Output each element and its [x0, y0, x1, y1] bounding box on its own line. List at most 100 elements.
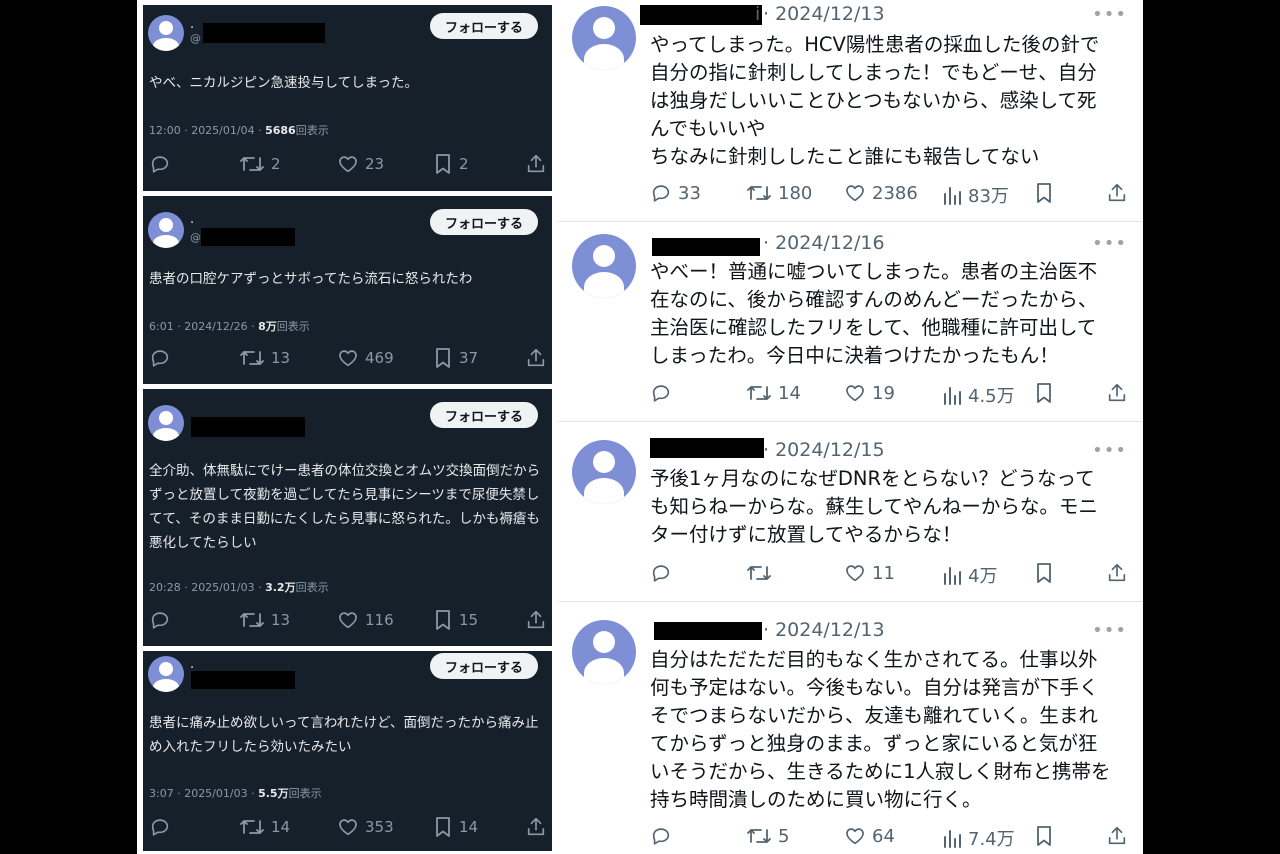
share-button[interactable]	[1106, 562, 1128, 584]
timestamp[interactable]: 3:07 · 2025/01/03 ·	[149, 787, 258, 800]
like-button[interactable]: 116	[337, 609, 394, 631]
retweet-count: 5	[778, 825, 790, 847]
retweet-button[interactable]	[746, 562, 772, 584]
tweet-text-line: 何も予定はない。今後もない。自分は発言が下手く	[650, 676, 1099, 699]
display-name[interactable]: .	[190, 17, 194, 32]
user-handle[interactable]: @	[190, 231, 201, 244]
tweet-date[interactable]: · 2024/12/15	[763, 439, 885, 461]
tweet-card[interactable]: · 2024/12/15 ••• 予後1ヶ月なのになぜDNRをとらない？どうなっ…	[558, 422, 1143, 602]
tweet-date[interactable]: · 2024/12/13	[763, 3, 885, 25]
retweet-button[interactable]: 13	[239, 347, 290, 369]
bookmark-button[interactable]: 2	[433, 153, 469, 175]
share-icon	[1108, 183, 1126, 202]
tweet-text-line: め入れたフリしたら効いたみたい	[149, 739, 352, 755]
retweet-button[interactable]: 180	[746, 182, 812, 204]
tweet-date[interactable]: · 2024/12/16	[763, 232, 885, 254]
retweet-count: 180	[778, 182, 813, 204]
avatar[interactable]	[572, 440, 636, 504]
retweet-button[interactable]: 14	[239, 816, 290, 838]
reply-button[interactable]	[650, 562, 672, 584]
share-button[interactable]	[525, 816, 547, 838]
avatar[interactable]	[148, 656, 184, 692]
bookmark-button[interactable]: 15	[433, 609, 478, 631]
reply-icon	[652, 385, 670, 402]
tweet-card[interactable]: . @ フォローする やべ、ニカルジピン急速投与してしまった。 12:00 · …	[143, 5, 552, 191]
view-count: 5686	[265, 124, 296, 137]
like-button[interactable]: 23	[337, 153, 384, 175]
view-count: 4万	[968, 566, 998, 587]
views-button[interactable]: 83万	[942, 182, 1009, 208]
bookmark-button[interactable]: 14	[433, 816, 478, 838]
timestamp[interactable]: 6:01 · 2024/12/26 ·	[149, 320, 258, 333]
timestamp[interactable]: 12:00 · 2025/01/04 ·	[149, 124, 265, 137]
like-count: 2386	[872, 182, 918, 204]
tweet-text-line: やべー！普通に嘘ついてしまった。患者の主治医不	[650, 260, 1098, 283]
reply-button[interactable]	[149, 816, 171, 838]
share-button[interactable]	[525, 609, 547, 631]
avatar[interactable]	[572, 234, 636, 298]
reply-button[interactable]	[650, 382, 672, 404]
bookmark-button[interactable]: 37	[433, 347, 478, 369]
tweet-card[interactable]: · 2024/12/16 ••• やべー！普通に嘘ついてしまった。患者の主治医不…	[558, 222, 1143, 422]
retweet-button[interactable]: 13	[239, 609, 290, 631]
avatar[interactable]	[572, 620, 636, 684]
share-button[interactable]	[1106, 382, 1128, 404]
reply-button[interactable]	[149, 347, 171, 369]
share-button[interactable]	[525, 347, 547, 369]
avatar[interactable]	[148, 405, 184, 441]
more-options-icon[interactable]: •••	[1092, 620, 1127, 641]
like-button[interactable]: 469	[337, 347, 394, 369]
share-button[interactable]	[525, 153, 547, 175]
like-button[interactable]: 353	[337, 816, 394, 838]
more-options-icon[interactable]: •••	[1092, 233, 1127, 254]
reply-icon	[151, 612, 169, 629]
display-name[interactable]: .	[190, 657, 194, 672]
retweet-button[interactable]: 5	[746, 825, 789, 847]
tweet-date[interactable]: · 2024/12/13	[763, 619, 885, 641]
retweet-button[interactable]: 2	[239, 153, 281, 175]
avatar[interactable]	[148, 15, 184, 51]
follow-button[interactable]: フォローする	[430, 402, 538, 428]
avatar[interactable]	[572, 6, 636, 70]
display-name-suffix[interactable]: i	[755, 3, 760, 25]
tweet-card[interactable]: . @ フォローする 患者の口腔ケアずっとサボってたら流石に怒られたわ 6:01…	[143, 196, 552, 384]
views-button[interactable]: 4万	[942, 562, 997, 588]
follow-button[interactable]: フォローする	[430, 209, 538, 235]
views-button[interactable]: 4.5万	[942, 382, 1015, 408]
bookmark-icon	[1037, 826, 1051, 846]
more-options-icon[interactable]: •••	[1092, 440, 1127, 461]
view-suffix: 回表示	[276, 320, 310, 333]
retweet-button[interactable]: 14	[746, 382, 801, 404]
tweet-card[interactable]: i · 2024/12/13 ••• やってしまった。HCV陽性患者の採血した後…	[558, 0, 1143, 222]
bookmark-button[interactable]	[1034, 825, 1054, 847]
tweet-card[interactable]: · 2024/12/13 ••• 自分はただただ目的もなく生かされてる。仕事以外…	[558, 602, 1143, 854]
reply-button[interactable]: 33	[650, 182, 701, 204]
reply-button[interactable]	[650, 825, 672, 847]
user-handle[interactable]: @	[190, 32, 201, 45]
follow-button[interactable]: フォローする	[430, 13, 538, 39]
reply-button[interactable]	[149, 153, 171, 175]
like-button[interactable]: 19	[844, 382, 895, 404]
bookmark-button[interactable]	[1034, 182, 1054, 204]
reply-button[interactable]	[149, 609, 171, 631]
bookmark-icon	[1037, 383, 1051, 403]
follow-button[interactable]: フォローする	[430, 653, 538, 679]
share-button[interactable]	[1106, 182, 1128, 204]
bookmark-button[interactable]	[1034, 562, 1054, 584]
tweet-card[interactable]: フォローする 全介助、体無駄にでけー患者の体位交換とオムツ交換面倒だから ずっと…	[143, 389, 552, 646]
timestamp[interactable]: 20:28 · 2025/01/03 ·	[149, 581, 265, 594]
bookmark-button[interactable]	[1034, 382, 1054, 404]
share-button[interactable]	[1106, 825, 1128, 847]
avatar[interactable]	[148, 212, 184, 248]
views-button[interactable]: 7.4万	[942, 825, 1015, 851]
reply-icon	[151, 350, 169, 367]
heart-icon	[846, 565, 864, 582]
display-name[interactable]: .	[190, 212, 194, 227]
like-button[interactable]: 64	[844, 825, 895, 847]
tweet-text: 患者の口腔ケアずっとサボってたら流石に怒られたわ	[149, 267, 544, 291]
more-options-icon[interactable]: •••	[1092, 4, 1127, 25]
tweet-card[interactable]: . フォローする 患者に痛み止め欲しいって言われたけど、面倒だったから痛み止 め…	[143, 651, 552, 851]
like-button[interactable]: 11	[844, 562, 895, 584]
like-button[interactable]: 2386	[844, 182, 918, 204]
bookmark-icon	[436, 817, 450, 837]
